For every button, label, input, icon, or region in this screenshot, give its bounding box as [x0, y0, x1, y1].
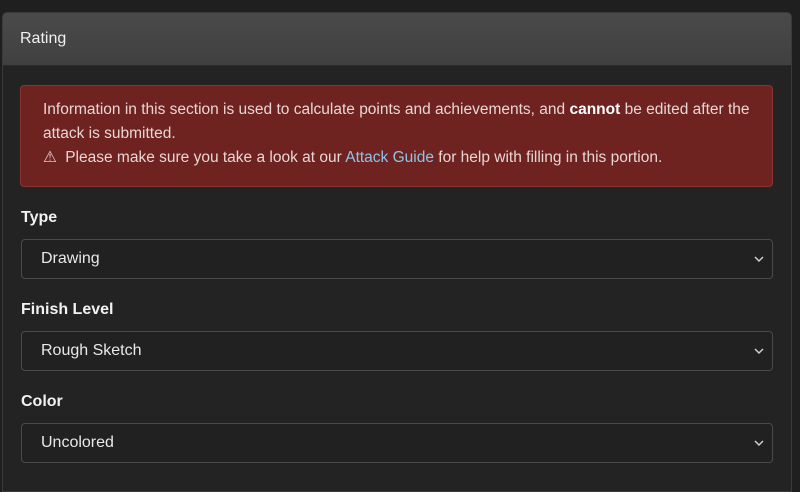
alert-text-1: Information in this section is used to c… — [43, 101, 570, 118]
info-alert: Information in this section is used to c… — [20, 85, 773, 187]
finish-level-label: Finish Level — [21, 301, 114, 318]
color-select-value: Uncolored — [41, 434, 114, 451]
chevron-down-icon — [754, 348, 764, 355]
color-label: Color — [21, 393, 63, 410]
finish-level-select-value: Rough Sketch — [41, 342, 142, 359]
finish-level-select[interactable]: Rough Sketch — [21, 331, 773, 371]
panel-header: Rating — [3, 13, 791, 66]
attack-guide-link[interactable]: Attack Guide — [345, 149, 434, 166]
alert-line2-after: for help with filling in this portion. — [433, 149, 663, 166]
panel-title: Rating — [20, 30, 67, 47]
rating-panel: Rating Information in this section is us… — [2, 12, 792, 492]
alert-bold-word: cannot — [569, 101, 621, 118]
type-label: Type — [21, 209, 58, 226]
chevron-down-icon — [754, 256, 764, 263]
chevron-down-icon — [754, 440, 764, 447]
warning-icon: ⚠ — [43, 149, 57, 166]
color-select[interactable]: Uncolored — [21, 423, 773, 463]
type-select-value: Drawing — [41, 250, 100, 267]
type-select[interactable]: Drawing — [21, 239, 773, 279]
alert-line2-before: Please make sure you take a look at our — [60, 149, 346, 166]
